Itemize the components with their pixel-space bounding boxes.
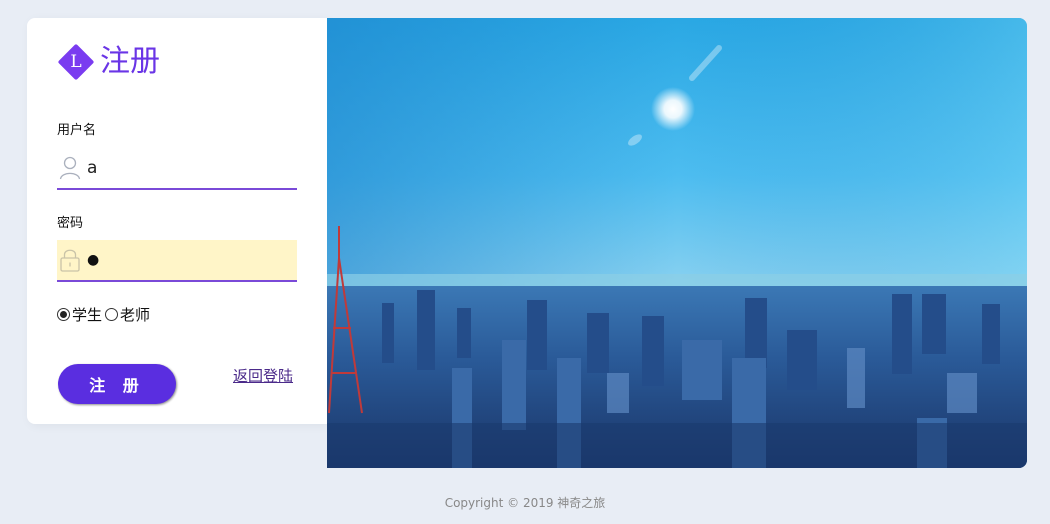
radio-student[interactable] — [57, 308, 70, 321]
copyright-text: Copyright © 2019 神奇之旅 — [444, 496, 606, 510]
register-button[interactable]: 注 册 — [58, 364, 176, 404]
password-field[interactable]: ● — [57, 240, 297, 282]
role-group: 学生 老师 — [57, 304, 153, 325]
city-skyline-photo — [327, 18, 1027, 468]
back-to-login-link[interactable]: 返回登陆 — [233, 365, 293, 386]
register-page: L 注册 用户名 密码 ● — [0, 0, 1050, 524]
username-field[interactable] — [57, 148, 297, 190]
register-card: L 注册 用户名 密码 ● — [27, 18, 327, 424]
brand: L 注册 — [57, 40, 160, 84]
page-title: 注册 — [100, 44, 160, 79]
username-label: 用户名 — [57, 123, 97, 138]
role-teacher-label: 老师 — [120, 306, 151, 324]
logo-icon: L — [57, 43, 95, 81]
lock-icon — [59, 247, 81, 273]
password-label: 密码 — [57, 216, 84, 231]
user-icon — [59, 155, 81, 181]
role-student-label: 学生 — [72, 306, 103, 324]
password-input[interactable]: ● — [87, 252, 99, 268]
username-input[interactable] — [87, 158, 287, 178]
radio-teacher[interactable] — [105, 308, 119, 321]
